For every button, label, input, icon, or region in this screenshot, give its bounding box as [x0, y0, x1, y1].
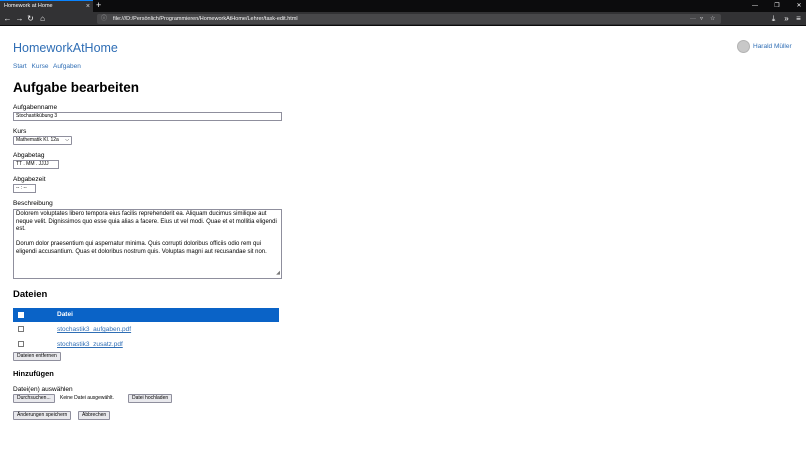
user-name: Harald Müller	[753, 43, 792, 50]
files-heading: Dateien	[13, 289, 48, 300]
menu-icon[interactable]: ≡	[793, 13, 804, 25]
close-tab-icon[interactable]: ×	[86, 1, 90, 12]
due-time-field[interactable]: -- : --	[13, 184, 36, 193]
new-tab-icon[interactable]: +	[96, 0, 101, 11]
page-actions-icon[interactable]: ···	[690, 14, 696, 24]
restore-icon[interactable]: ❐	[766, 0, 788, 12]
description-paragraph: Dorum dolor praesentium qui aspernatur m…	[16, 241, 267, 255]
home-icon[interactable]: ⌂	[37, 13, 48, 25]
browser-nav-bar: ← → ↻ ⌂ ⓘ file:///D:/Persönlich/Programm…	[0, 12, 806, 26]
select-all-checkbox[interactable]	[18, 312, 24, 318]
downloads-icon[interactable]: ⤓	[768, 13, 779, 25]
forward-icon[interactable]: →	[14, 13, 25, 25]
site-brand[interactable]: HomeworkAtHome	[13, 41, 118, 55]
chevron-down-icon: ⌵	[65, 137, 69, 143]
column-header-file: Datei	[57, 311, 73, 318]
browser-tab[interactable]: Homework at Home ×	[0, 0, 93, 12]
no-file-text: Keine Datei ausgewählt.	[60, 395, 114, 401]
user-menu[interactable]: Harald Müller	[737, 40, 792, 53]
file-link[interactable]: stochastik3_zusatz.pdf	[57, 337, 123, 352]
task-name-label: Aufgabenname	[13, 104, 58, 111]
course-select[interactable]: Mathematik Kl. 12a ⌵	[13, 136, 72, 145]
nav-kurse[interactable]: Kurse	[32, 63, 49, 70]
course-label: Kurs	[13, 128, 27, 135]
add-heading: Hinzufügen	[13, 369, 54, 378]
avatar	[737, 40, 750, 53]
files-table-header: Datei	[13, 308, 279, 322]
browser-tab-bar: Homework at Home × + — ❐ ✕	[0, 0, 806, 12]
description-textarea[interactable]: Dolorem voluptates libero tempora eius f…	[13, 209, 282, 279]
cancel-button[interactable]: Abbrechen	[78, 411, 111, 420]
table-row: stochastik3_aufgaben.pdf	[13, 322, 279, 337]
task-name-field[interactable]: Stochastikübung 3	[13, 112, 282, 121]
course-select-value: Mathematik Kl. 12a	[16, 137, 59, 143]
minimize-icon[interactable]: —	[744, 0, 766, 12]
page-content: HomeworkAtHome Harald Müller Start Kurse…	[0, 27, 806, 453]
due-date-label: Abgabetag	[13, 152, 45, 159]
bookmark-star-icon[interactable]: ☆	[710, 14, 715, 24]
main-nav: Start Kurse Aufgaben	[13, 63, 84, 70]
pocket-icon[interactable]: ▿	[700, 14, 703, 24]
description-paragraph: Dolorem voluptates libero tempora eius f…	[16, 211, 277, 233]
page-title: Aufgabe bearbeiten	[13, 80, 140, 95]
reload-icon[interactable]: ↻	[25, 13, 36, 25]
overflow-icon[interactable]: »	[781, 13, 792, 25]
page-info-icon[interactable]: ⓘ	[101, 15, 107, 23]
url-bar[interactable]: ⓘ file:///D:/Persönlich/Programmieren/Ho…	[97, 14, 721, 24]
resize-handle-icon[interactable]: ◢	[276, 270, 280, 278]
table-row: stochastik3_zusatz.pdf	[13, 337, 279, 352]
tab-title: Homework at Home	[4, 3, 53, 9]
window-close-icon[interactable]: ✕	[788, 0, 806, 12]
due-time-label: Abgabezeit	[13, 176, 46, 183]
row-checkbox[interactable]	[18, 341, 24, 347]
nav-aufgaben[interactable]: Aufgaben	[53, 63, 81, 70]
row-checkbox[interactable]	[18, 326, 24, 332]
description-label: Beschreibung	[13, 200, 53, 207]
remove-files-button[interactable]: Dateien entfernen	[13, 352, 61, 361]
browse-button[interactable]: Durchsuchen...	[13, 394, 55, 403]
file-link[interactable]: stochastik3_aufgaben.pdf	[57, 322, 131, 337]
nav-start[interactable]: Start	[13, 63, 27, 70]
back-icon[interactable]: ←	[2, 13, 13, 25]
select-files-label: Datei(en) auswählen	[13, 386, 73, 393]
url-text: file:///D:/Persönlich/Programmieren/Home…	[113, 16, 298, 22]
save-button[interactable]: Änderungen speichern	[13, 411, 72, 420]
upload-button[interactable]: Datei hochladen	[128, 394, 173, 403]
due-date-field[interactable]: TT . MM . JJJJ	[13, 160, 59, 169]
